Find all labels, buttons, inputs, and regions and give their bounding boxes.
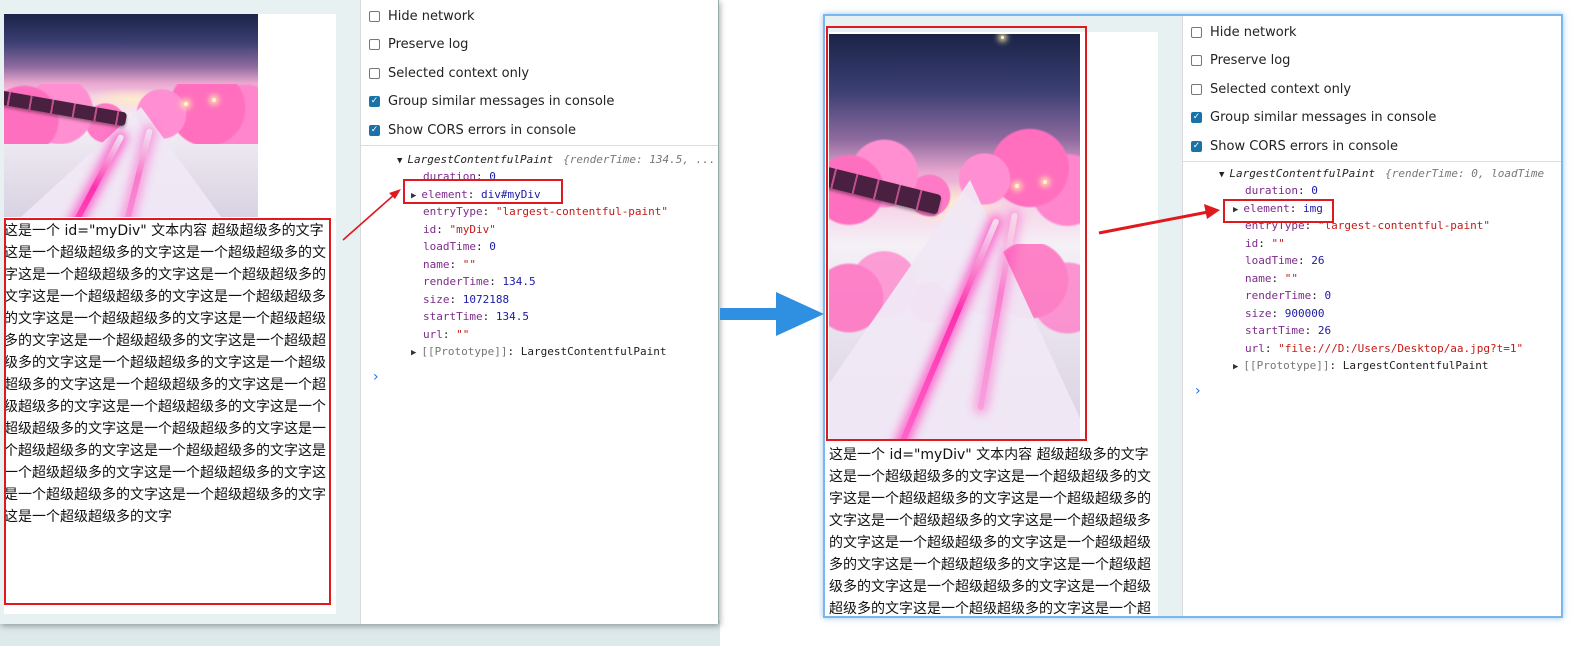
blue-arrow-shaft xyxy=(720,308,784,320)
blue-arrow-head xyxy=(776,292,824,336)
annotation-arrows xyxy=(342,189,1220,336)
red-arrow-head xyxy=(1204,204,1220,219)
